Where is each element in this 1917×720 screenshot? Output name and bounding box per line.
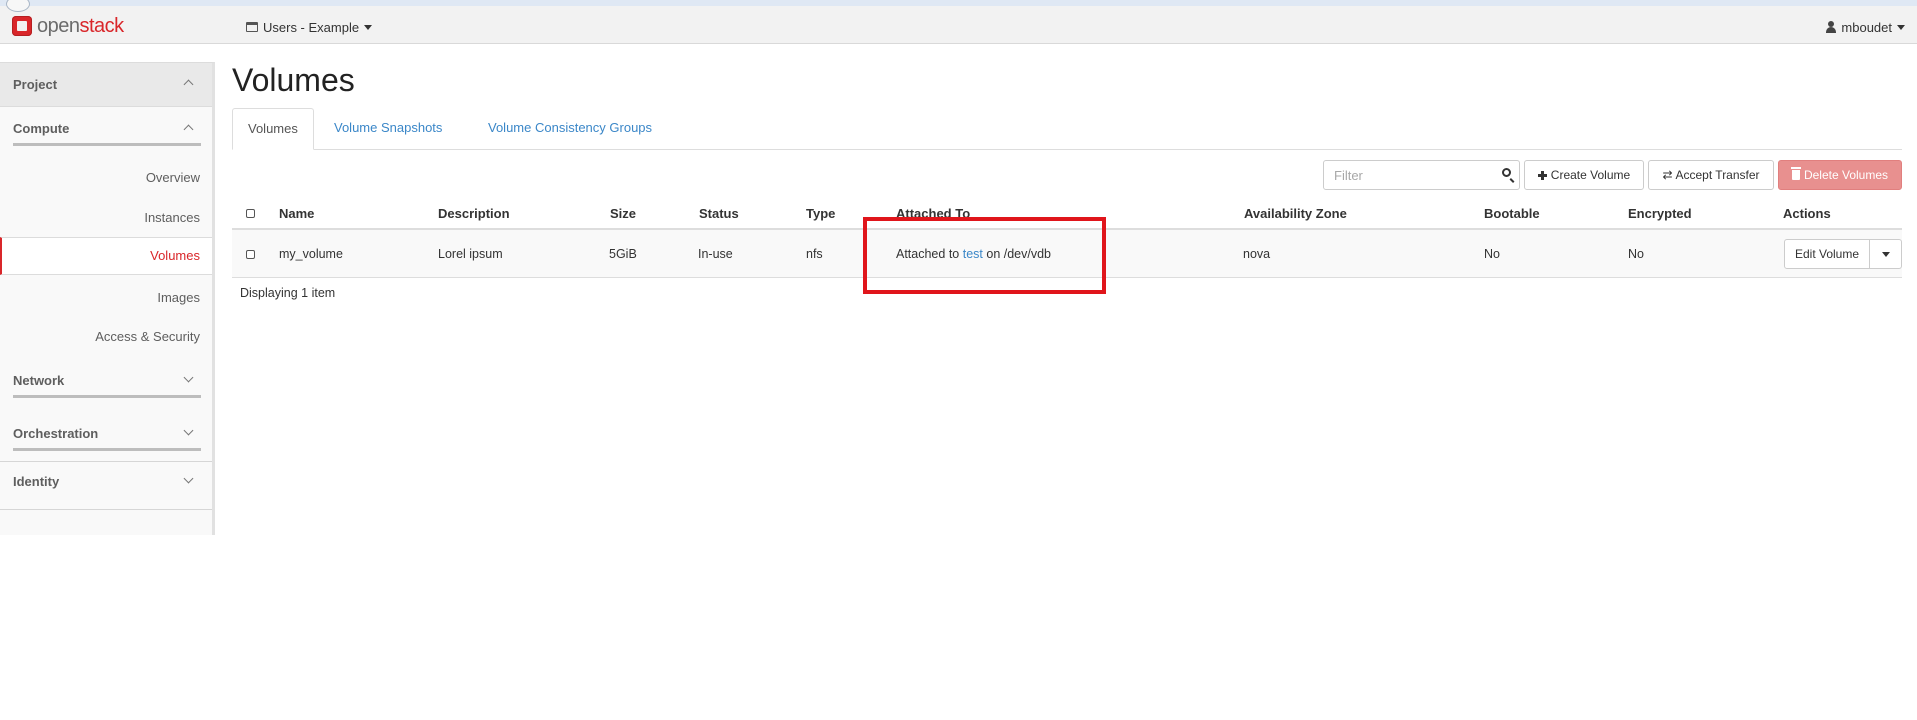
row-actions: Edit Volume (1784, 239, 1902, 269)
project-icon (246, 22, 258, 32)
tab-volume-snapshots[interactable]: Volume Snapshots (319, 108, 457, 150)
highlight-annotation-box (863, 217, 1106, 294)
sidebar-item-overview[interactable]: Overview (0, 159, 212, 197)
sidebar-project-header[interactable]: Project (0, 63, 212, 107)
volume-name-link[interactable]: my_volume (279, 247, 343, 261)
section-underline (13, 143, 201, 146)
chevron-up-icon (183, 79, 194, 90)
col-header-bootable[interactable]: Bootable (1484, 206, 1540, 221)
project-dropdown[interactable]: Users - Example (246, 17, 373, 37)
sidebar-item-access-security[interactable]: Access & Security (0, 318, 212, 356)
window-circle-fragment (6, 0, 30, 12)
trash-icon (1790, 167, 1801, 180)
col-header-encrypted[interactable]: Encrypted (1628, 206, 1692, 221)
caret-down-icon (364, 24, 373, 30)
openstack-logo[interactable]: openstack (12, 13, 124, 39)
col-header-name[interactable]: Name (279, 206, 314, 221)
col-header-description[interactable]: Description (438, 206, 510, 221)
sidebar-identity-header[interactable]: Identity (0, 473, 212, 504)
caret-down-icon (1881, 251, 1890, 257)
sidebar-divider (0, 509, 212, 510)
volume-encrypted-link[interactable]: No (1628, 247, 1644, 261)
logo-text: openstack (37, 16, 124, 36)
delete-volumes-button[interactable]: Delete Volumes (1778, 160, 1902, 190)
col-header-actions: Actions (1783, 206, 1831, 221)
sidebar-compute-header[interactable]: Compute (0, 121, 212, 161)
create-volume-button[interactable]: Create Volume (1524, 160, 1644, 190)
select-all-checkbox[interactable] (246, 209, 255, 218)
volume-size: 5GiB (609, 247, 637, 261)
page-title: Volumes (232, 62, 355, 98)
col-header-size[interactable]: Size (610, 206, 636, 221)
sidebar-orchestration-label: Orchestration (13, 426, 99, 441)
plus-icon (1537, 170, 1547, 180)
accept-transfer-button[interactable]: ⇄ Accept Transfer (1648, 160, 1774, 190)
search-icon[interactable] (1502, 168, 1511, 177)
user-icon (1826, 21, 1837, 33)
tab-volumes[interactable]: Volumes (232, 108, 314, 150)
sidebar-item-volumes[interactable]: Volumes (0, 237, 212, 275)
chevron-down-icon (183, 425, 194, 436)
user-dropdown-label: mboudet (1841, 19, 1892, 35)
tab-volume-consistency-groups[interactable]: Volume Consistency Groups (473, 108, 667, 150)
sidebar-item-label: Overview (145, 170, 200, 185)
sidebar-network-label: Network (13, 373, 65, 388)
row-checkbox[interactable] (246, 250, 255, 259)
sidebar-compute-label: Compute (13, 121, 70, 136)
volume-description: Lorel ipsum (438, 247, 503, 261)
filter-input[interactable] (1323, 160, 1520, 190)
chevron-up-icon (183, 124, 194, 135)
table-footer-count: Displaying 1 item (240, 286, 336, 300)
chevron-down-icon (183, 473, 194, 484)
sidebar-orchestration-header[interactable]: Orchestration (0, 425, 212, 456)
logo-text-stack: stack (79, 15, 125, 37)
create-volume-label: Create Volume (1550, 168, 1631, 182)
sidebar-project-label: Project (13, 77, 58, 92)
sidebar: Project Compute Overview Instances Volum… (0, 62, 215, 535)
accept-transfer-label: Accept Transfer (1675, 168, 1760, 182)
edit-volume-button[interactable]: Edit Volume (1784, 239, 1870, 269)
col-header-type[interactable]: Type (806, 206, 835, 221)
tab-bar: Volumes Volume Snapshots Volume Consiste… (232, 108, 1902, 150)
sidebar-item-label: Access & Security (95, 329, 200, 344)
filter-wrapper (1323, 160, 1520, 190)
sidebar-divider (0, 461, 212, 462)
sidebar-item-label: Instances (144, 210, 200, 225)
col-header-status[interactable]: Status (699, 206, 739, 221)
sidebar-item-images[interactable]: Images (0, 279, 212, 317)
swap-icon: ⇄ (1662, 168, 1673, 182)
section-underline (13, 448, 201, 451)
volume-bootable: No (1484, 247, 1500, 261)
sidebar-identity-label: Identity (13, 474, 60, 489)
openstack-logo-icon (12, 16, 32, 36)
user-dropdown[interactable]: mboudet (1826, 17, 1905, 37)
volume-type: nfs (806, 247, 823, 261)
volume-zone: nova (1243, 247, 1271, 261)
sidebar-item-label: Volumes (150, 248, 200, 263)
volume-status: In-use (698, 247, 733, 261)
sidebar-item-label: Images (157, 290, 200, 305)
top-navbar: openstack Users - Example mboudet (0, 0, 1917, 44)
col-header-availability-zone[interactable]: Availability Zone (1244, 206, 1347, 221)
sidebar-item-instances[interactable]: Instances (0, 199, 212, 237)
section-underline (13, 395, 201, 398)
logo-text-open: open (37, 15, 80, 37)
row-actions-dropdown-toggle[interactable] (1870, 239, 1902, 269)
delete-volumes-label: Delete Volumes (1803, 168, 1889, 182)
sidebar-network-header[interactable]: Network (0, 372, 212, 403)
project-dropdown-label: Users - Example (263, 19, 360, 35)
chevron-down-icon (183, 372, 194, 383)
caret-down-icon (1897, 24, 1905, 30)
